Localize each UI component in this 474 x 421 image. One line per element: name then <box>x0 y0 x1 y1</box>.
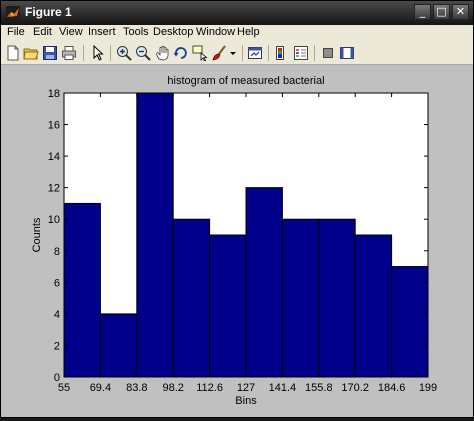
histogram-chart: 024681012141618 55 69.4 83.8 98.2 112.6 127 14… <box>31 75 437 407</box>
save-icon[interactable] <box>42 45 58 61</box>
zoom-out-icon[interactable] <box>135 45 151 61</box>
histogram-bar <box>172 218 211 378</box>
x-axis-label: Bins <box>235 395 257 407</box>
x-tick-label: 199 <box>419 382 437 394</box>
histogram-bar <box>63 202 101 378</box>
y-tick-label: 10 <box>48 214 60 226</box>
x-tick-label: 155.8 <box>305 382 333 394</box>
toolbar <box>1 42 473 65</box>
y-tick-label: 2 <box>54 340 60 352</box>
print-icon[interactable] <box>61 45 77 61</box>
menu-bar: File Edit View Insert Tools Desktop Wind… <box>1 25 473 42</box>
menu-window[interactable]: Window <box>196 26 235 38</box>
histogram-bar <box>99 313 138 378</box>
x-tick-label: 184.6 <box>378 382 406 394</box>
maximize-button[interactable]: □ <box>433 4 450 20</box>
brush-dropdown-icon[interactable] <box>228 45 238 61</box>
x-tick-label: 141.4 <box>269 382 297 394</box>
histogram-bar <box>245 187 283 378</box>
menu-insert[interactable]: Insert <box>88 26 116 38</box>
toolbar-separator <box>83 45 84 61</box>
histogram-bar <box>281 218 320 378</box>
pan-icon[interactable] <box>154 45 170 61</box>
y-tick-label: 8 <box>54 246 60 258</box>
insert-colorbar-icon[interactable] <box>274 45 290 61</box>
insert-legend-icon[interactable] <box>293 45 309 61</box>
minimize-button[interactable]: _ <box>414 4 431 20</box>
figure-canvas: 0 2 4 6 8 10 12 14 16 18 55 69.4 83.8 98.2 112.6 127 14… <box>1 65 473 417</box>
menu-tools[interactable]: Tools <box>123 26 149 38</box>
histogram-bar <box>391 266 429 378</box>
open-file-icon[interactable] <box>23 45 39 61</box>
x-tick-label: 127 <box>237 382 255 394</box>
toolbar-separator <box>110 45 111 61</box>
y-tick-label: 18 <box>48 88 60 100</box>
histogram-bar <box>209 234 247 378</box>
rotate-3d-icon[interactable] <box>173 45 189 61</box>
menu-help[interactable]: Help <box>237 26 260 38</box>
matlab-logo-icon <box>6 6 20 20</box>
x-tick-label: 98.2 <box>162 382 183 394</box>
new-figure-icon[interactable] <box>5 45 21 61</box>
y-tick-label: 14 <box>48 151 60 163</box>
y-tick-label: 16 <box>48 120 60 132</box>
menu-edit[interactable]: Edit <box>33 26 52 38</box>
brush-icon[interactable] <box>211 45 227 61</box>
toolbar-separator <box>242 45 243 61</box>
histogram-bar <box>318 218 356 378</box>
y-tick-label: 4 <box>54 309 60 321</box>
x-tick-label: 83.8 <box>126 382 147 394</box>
chart-title: histogram of measured bacterial <box>167 75 324 87</box>
y-axis-label: Counts <box>31 217 43 252</box>
link-plot-icon[interactable] <box>247 45 263 61</box>
title-bar[interactable]: Figure 1 _ □ ✕ <box>1 1 473 25</box>
zoom-in-icon[interactable] <box>116 45 132 61</box>
histogram-bar <box>136 92 174 378</box>
x-tick-label: 112.6 <box>196 382 223 394</box>
edit-plot-arrow-icon[interactable] <box>90 45 106 61</box>
y-tick-label: 12 <box>48 183 60 195</box>
data-cursor-icon[interactable] <box>192 45 208 61</box>
histogram-bar <box>354 234 393 378</box>
hide-plot-tools-icon[interactable] <box>320 45 336 61</box>
menu-view[interactable]: View <box>59 26 83 38</box>
show-plot-tools-icon[interactable] <box>339 45 355 61</box>
window-title: Figure 1 <box>25 5 72 19</box>
x-tick-label: 69.4 <box>90 382 111 394</box>
toolbar-separator <box>314 45 315 61</box>
y-tick-label: 6 <box>54 277 60 289</box>
menu-file[interactable]: File <box>7 26 25 38</box>
toolbar-separator <box>268 45 269 61</box>
x-tick-label: 55 <box>58 382 70 394</box>
figure-window: Figure 1 _ □ ✕ File Edit View Insert Too… <box>0 0 474 418</box>
menu-desktop[interactable]: Desktop <box>153 26 193 38</box>
x-tick-label: 170.2 <box>341 382 369 394</box>
close-button[interactable]: ✕ <box>452 4 469 20</box>
